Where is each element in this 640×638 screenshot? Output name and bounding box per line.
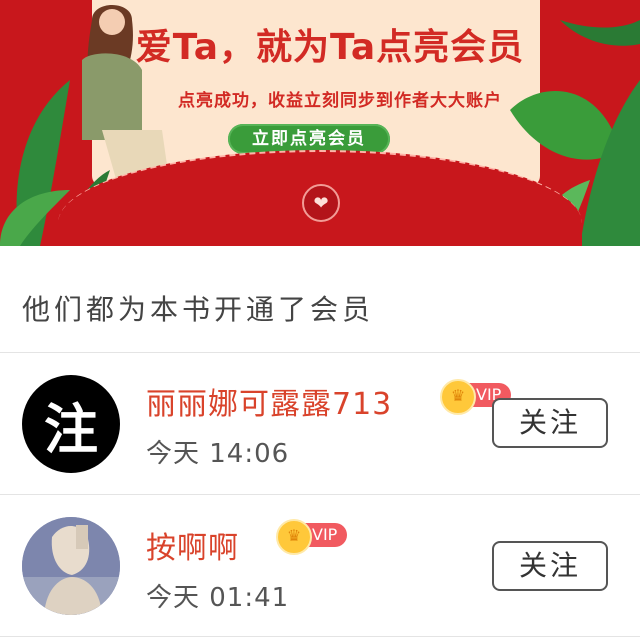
avatar[interactable]	[22, 517, 120, 615]
crown-icon: ♛	[276, 519, 312, 555]
avatar[interactable]: 注	[22, 375, 120, 473]
membership-banner[interactable]: 爱Ta，就为Ta点亮会员 点亮成功，收益立刻同步到作者大大账户 立即点亮会员 ❤	[0, 0, 640, 246]
member-time: 今天 14:06	[146, 439, 290, 469]
vip-badge: ♛ VIP	[276, 519, 348, 555]
heart-seal-icon: ❤	[302, 184, 340, 222]
member-name: 丽丽娜可露露713	[146, 387, 393, 422]
divider	[0, 636, 640, 637]
member-time: 今天 01:41	[146, 583, 290, 613]
follow-button[interactable]: 关注	[492, 541, 608, 591]
vip-label: VIP	[312, 525, 338, 544]
avatar-photo-icon	[22, 517, 120, 615]
member-name: 按啊啊	[146, 531, 239, 566]
list-item: 注 丽丽娜可露露713 ♛ VIP 今天 14:06 关注	[0, 353, 640, 493]
section-title: 他们都为本书开通了会员	[22, 293, 375, 326]
list-item: 按啊啊 ♛ VIP 今天 01:41 关注	[0, 495, 640, 635]
crown-icon: ♛	[440, 379, 476, 415]
follow-button[interactable]: 关注	[492, 398, 608, 448]
banner-subtitle: 点亮成功，收益立刻同步到作者大大账户	[178, 91, 502, 111]
banner-title: 爱Ta，就为Ta点亮会员	[135, 27, 525, 68]
avatar-text: 注	[44, 396, 98, 461]
